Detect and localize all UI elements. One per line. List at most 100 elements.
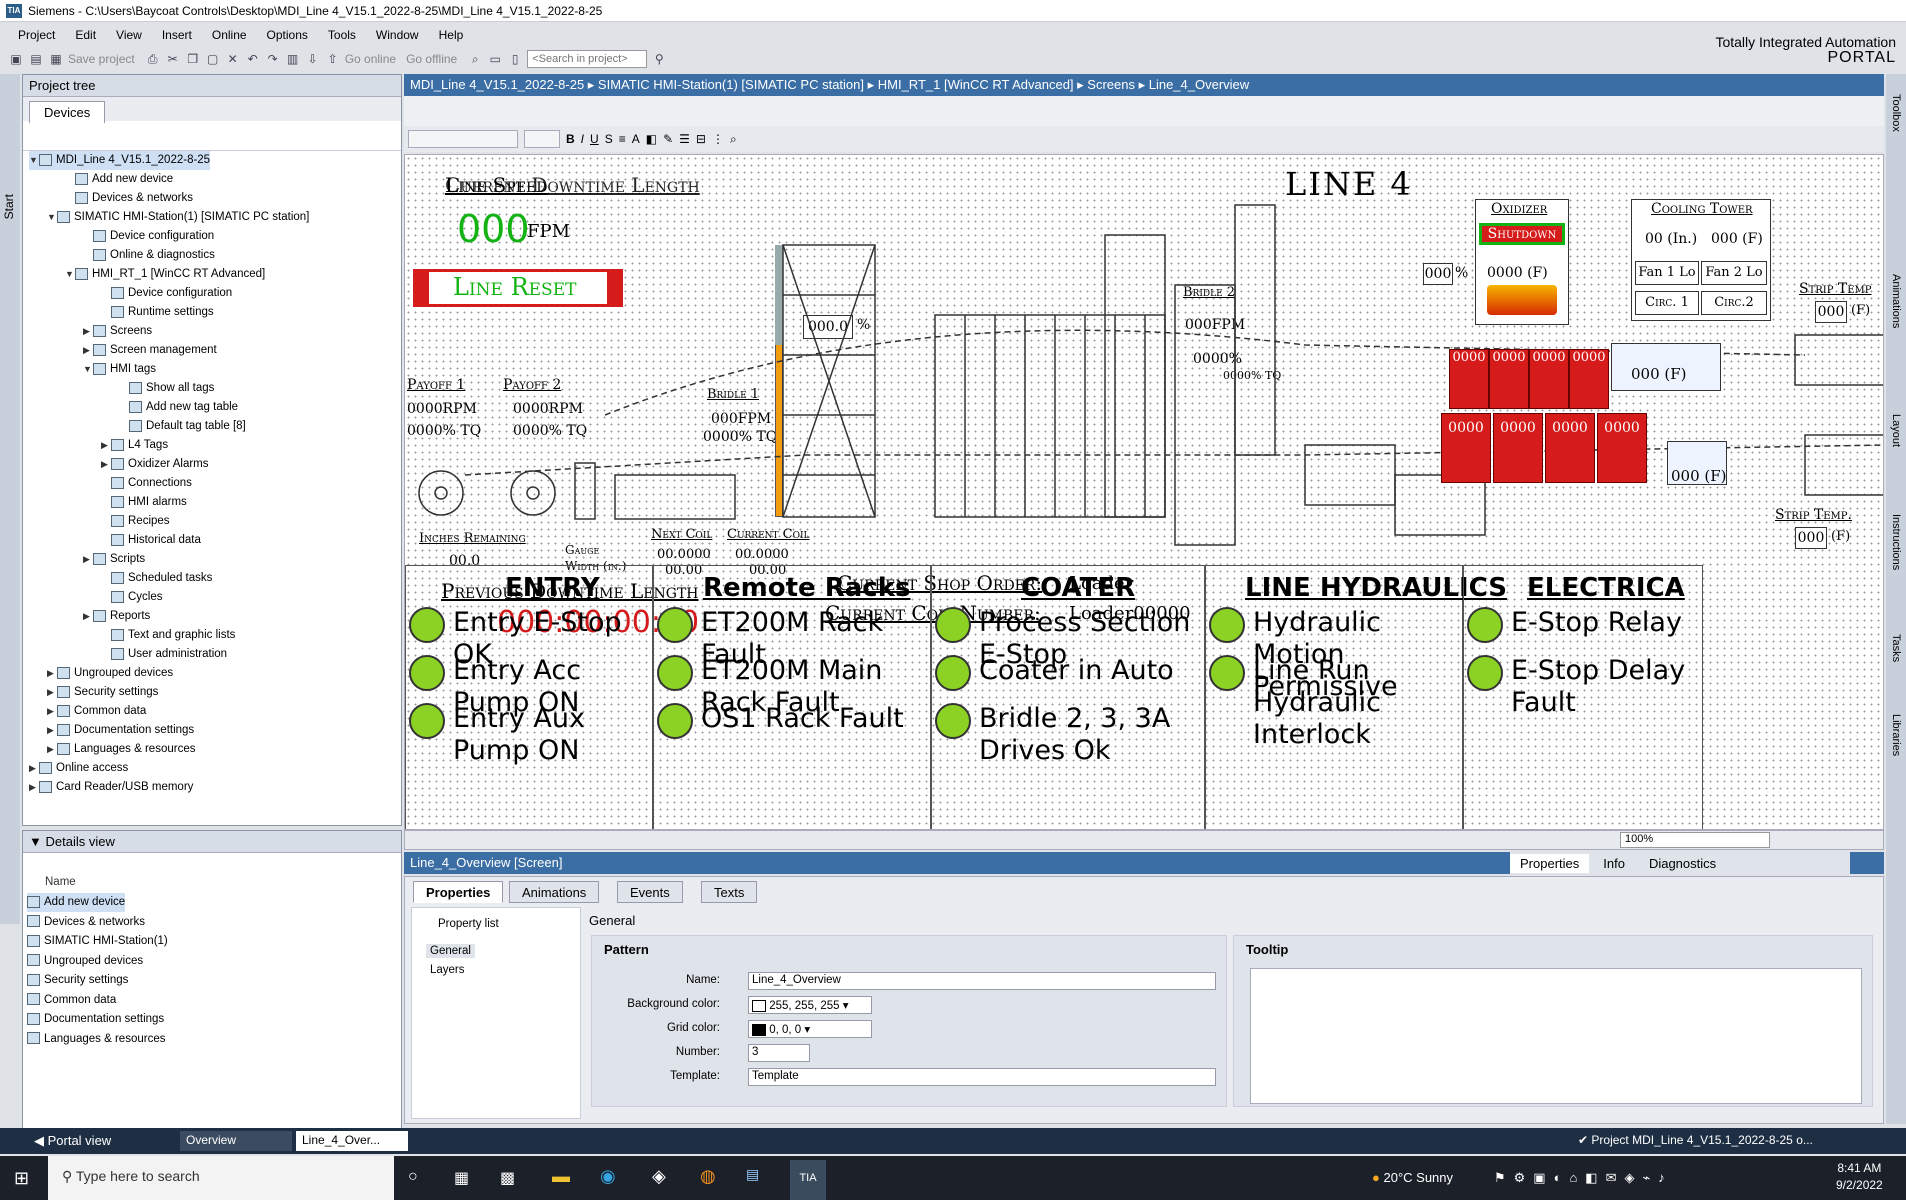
upload-icon[interactable]: ⇧ [325,51,341,67]
tree-item[interactable]: Default tag table [8] [119,417,246,436]
tree-item[interactable]: ▼ HMI_RT_1 [WinCC RT Advanced] [65,265,265,284]
tree-item[interactable]: Device configuration [83,227,214,246]
tree-item[interactable]: Online & diagnostics [83,246,215,265]
menu-insert[interactable]: Insert [152,26,202,46]
tree-item[interactable]: HMI alarms [101,493,187,512]
tab-info[interactable]: Info [1593,854,1635,873]
menu-edit[interactable]: Edit [65,26,106,46]
font-select[interactable] [408,130,518,148]
file-explorer-icon[interactable]: ▬ [552,1166,570,1187]
print-icon[interactable]: ⎙ [145,51,161,67]
expand-arrow-icon[interactable]: ▼ [83,360,93,379]
expand-arrow-icon[interactable]: ▶ [47,702,57,721]
split-vertical-icon[interactable]: ▯ [507,51,523,67]
nav-general[interactable]: General [426,944,475,958]
align-objects-icon[interactable]: ⊟ [696,132,706,146]
tree-item[interactable]: Runtime settings [101,303,214,322]
sidebar-tab-toolbox[interactable]: Toolbox [1890,94,1902,132]
tree-item[interactable]: Add new device [65,170,173,189]
bg-color-field[interactable]: 255, 255, 255 ▾ [748,996,872,1014]
open-project-icon[interactable]: ▤ [28,51,44,67]
expand-arrow-icon[interactable]: ▶ [29,778,39,797]
underline-icon[interactable]: U [590,132,599,146]
details-item[interactable]: Languages & resources [27,1030,165,1049]
expand-arrow-icon[interactable]: ▶ [47,683,57,702]
app1-icon[interactable]: ▩ [500,1168,515,1188]
menu-window[interactable]: Window [366,26,429,46]
app2-icon[interactable]: ◈ [652,1166,666,1187]
details-item[interactable]: Common data [27,991,116,1010]
tree-item[interactable]: Recipes [101,512,170,531]
undo-icon[interactable]: ↶ [245,51,261,67]
circ2-status[interactable]: Circ.2 [1701,291,1767,315]
distribute-icon[interactable]: ⋮ [712,132,724,146]
tree-item[interactable]: ▶ Card Reader/USB memory [29,778,193,797]
tree-item[interactable]: ▶ Online access [29,759,128,778]
download-icon[interactable]: ⇩ [305,51,321,67]
expand-arrow-icon[interactable]: ▶ [83,341,93,360]
tooltip-textarea[interactable] [1250,968,1862,1104]
tree-item[interactable]: User administration [101,645,227,664]
go-offline-button[interactable]: Go offline [406,52,457,66]
nav-layers[interactable]: Layers [430,964,465,976]
tree-item[interactable]: ▼ MDI_Line 4_V15.1_2022-8-25 [29,151,211,170]
number-field[interactable]: 3 [748,1044,810,1062]
expand-arrow-icon[interactable]: ▼ [47,208,57,227]
copy-icon[interactable]: ❐ [185,51,201,67]
fan2-status[interactable]: Fan 2 Lo [1701,261,1767,285]
tree-item[interactable]: Show all tags [119,379,214,398]
expand-arrow-icon[interactable]: ▶ [101,436,111,455]
tree-item[interactable]: ▶ Screens [83,322,152,341]
hmi-screen-canvas[interactable]: Line Speed Current Downtime Length LINE 40… [404,154,1884,830]
split-horizontal-icon[interactable]: ▭ [487,51,503,67]
tab-diagnostics[interactable]: Diagnostics [1639,854,1726,873]
tree-item[interactable]: Device configuration [101,284,232,303]
go-online-button[interactable]: Go online [345,52,396,66]
menu-view[interactable]: View [106,26,152,46]
fill-color-icon[interactable]: ◧ [646,132,657,146]
menu-help[interactable]: Help [429,26,474,46]
overview-tab[interactable]: Overview [180,1131,292,1151]
search-go-icon[interactable]: ⚲ [651,51,667,67]
expand-arrow-icon[interactable]: ▶ [29,759,39,778]
paste-icon[interactable]: ▢ [205,51,221,67]
tree-item[interactable]: ▶ L4 Tags [101,436,168,455]
details-item[interactable]: Devices & networks [27,913,145,932]
name-field[interactable]: Line_4_Overview [748,972,1216,990]
delete-icon[interactable]: ✕ [225,51,241,67]
tab-texts[interactable]: Texts [701,881,758,903]
align-icon[interactable]: ≡ [619,132,626,146]
windows-start-icon[interactable]: ⊞ [14,1168,29,1189]
sidebar-tab-libraries[interactable]: Libraries [1890,714,1902,756]
details-item[interactable]: SIMATIC HMI-Station(1) [27,932,168,951]
edge-icon[interactable]: ◉ [600,1166,616,1187]
bold-icon[interactable]: B [566,132,575,146]
sidebar-tab-layout[interactable]: Layout [1890,414,1902,447]
portal-view-button[interactable]: ◀ Portal view [34,1133,111,1149]
expand-arrow-icon[interactable]: ▼ [29,151,39,170]
compile-icon[interactable]: ▥ [285,51,301,67]
menu-project[interactable]: Project [8,26,65,46]
font-size-select[interactable] [524,130,560,148]
expand-arrow-icon[interactable]: ▶ [47,721,57,740]
tab-properties[interactable]: Properties [413,881,504,903]
sidebar-tab-animations[interactable]: Animations [1890,274,1902,328]
start-sidebar[interactable]: Start [0,74,20,924]
expand-arrow-icon[interactable]: ▶ [83,322,93,341]
menu-options[interactable]: Options [257,26,318,46]
tree-item[interactable]: Connections [101,474,192,493]
tree-item[interactable]: ▶ Reports [83,607,150,626]
expand-arrow-icon[interactable]: ▶ [101,455,111,474]
zoom-select[interactable]: 100% [1620,832,1770,848]
tree-item[interactable]: ▶ Scripts [83,550,145,569]
details-item[interactable]: Documentation settings [27,1010,164,1029]
canvas-scrollbar[interactable]: 100% [404,830,1884,850]
tab-devices[interactable]: Devices [29,101,106,123]
sidebar-tab-tasks[interactable]: Tasks [1890,634,1902,662]
details-item[interactable]: Add new device [27,893,126,912]
tree-item[interactable]: Devices & networks [65,189,193,208]
property-list-link[interactable]: Property list [438,918,499,930]
tree-item[interactable]: Cycles [101,588,163,607]
zoom-icon[interactable]: ⌕ [730,132,737,147]
expand-arrow-icon[interactable]: ▶ [47,664,57,683]
